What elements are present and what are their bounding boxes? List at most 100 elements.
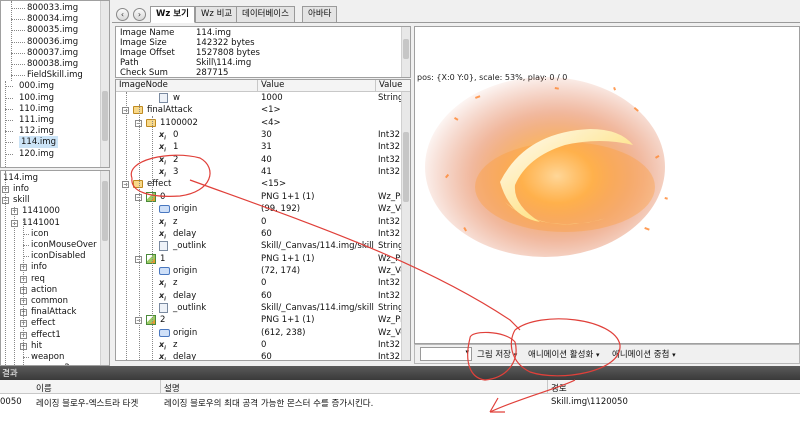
- grid-cell-type: String: [378, 93, 402, 103]
- info-scrollbar[interactable]: [401, 27, 410, 77]
- save-image-button[interactable]: 그림 저장 ▾: [477, 348, 517, 360]
- grid-row[interactable]: xidelay60Int32: [116, 351, 400, 360]
- grid-cell-value: (612, 238): [261, 327, 306, 338]
- node-tree-item[interactable]: + info: [1, 261, 109, 273]
- file-list-item[interactable]: 800036.img: [1, 36, 109, 48]
- node-tree-item[interactable]: + action: [1, 284, 109, 296]
- result-name: 레이징 블로우-엑스트라 타겟: [36, 399, 139, 409]
- grid-row[interactable]: −2 PNG 1+1 (1) Wz_Pr: [116, 314, 402, 326]
- info-scroll-thumb[interactable]: [403, 39, 409, 59]
- node-tree-item[interactable]: icon: [1, 228, 109, 240]
- grid-row[interactable]: _outlink Skill/_Canvas/114.img/skill Strin…: [116, 302, 402, 314]
- file-list-item[interactable]: FieldSkill.img: [1, 69, 109, 81]
- file-list-item[interactable]: 112.img: [1, 125, 109, 137]
- node-tree-item-label: effect: [31, 318, 56, 329]
- results-header-name[interactable]: 이름: [36, 382, 52, 394]
- preview-panel[interactable]: pos: {X:0 Y:0}, scale: 53%, play: 0 / 0: [414, 26, 800, 344]
- grid-row[interactable]: xidelay60Int32: [116, 228, 400, 241]
- node-tree-item-label: skill: [13, 195, 30, 206]
- grid-row[interactable]: xi z 0 Int32: [116, 216, 401, 229]
- grid-row[interactable]: xi 2 40 Int32: [116, 154, 400, 167]
- grid-cell-name: w: [173, 93, 180, 103]
- grid-row[interactable]: xi 1 31 Int32: [116, 141, 400, 154]
- node-tree-item-label: info: [13, 184, 29, 194]
- grid-row[interactable]: origin (72, 174) Wz_Ve: [116, 265, 402, 277]
- results-row[interactable]: 0050 레이징 블로우-엑스트라 타겟 레이징 블로우의 최대 공격 가능한 …: [0, 395, 800, 409]
- file-list-item[interactable]: 120.img: [1, 148, 109, 160]
- grid-cell-type: Int32: [378, 167, 401, 178]
- folder-icon: [133, 180, 143, 189]
- grid-scrollbar[interactable]: [401, 92, 410, 360]
- node-tree-item-label: hit: [31, 340, 43, 351]
- tab-3[interactable]: 아바타: [302, 6, 338, 23]
- node-tree-item[interactable]: iconMouseOver: [1, 239, 109, 251]
- node-tree-scrollbar[interactable]: [100, 171, 109, 365]
- file-list-item[interactable]: 114.img: [1, 136, 109, 149]
- grid-row[interactable]: −1100002 <4>: [116, 117, 400, 129]
- grid-row[interactable]: w 1000 String: [116, 92, 402, 104]
- tab-1[interactable]: Wz 비교: [195, 6, 239, 23]
- file-list-item[interactable]: 800038.img: [1, 58, 109, 70]
- node-tree-item[interactable]: + effect1: [1, 329, 109, 341]
- file-list-scrollbar[interactable]: [100, 1, 109, 167]
- grid-row[interactable]: xi 3 41 Int32: [116, 166, 401, 179]
- info-row: Check Sum 287715: [116, 68, 410, 77]
- tab-0[interactable]: Wz 보기: [150, 6, 195, 23]
- node-tree-item[interactable]: weapon: [1, 351, 109, 363]
- file-list-item[interactable]: 800034.img: [1, 13, 109, 25]
- node-tree-item[interactable]: +1141000: [1, 205, 109, 217]
- file-list-item[interactable]: 800035.img: [1, 24, 109, 36]
- file-list-item[interactable]: 110.img: [1, 103, 109, 115]
- grid-row[interactable]: xi 0 30 Int32: [116, 129, 400, 142]
- grid-row[interactable]: −0 PNG 1+1 (1) Wz_Pr: [116, 191, 402, 203]
- tree-connector: [126, 92, 127, 360]
- file-list-item[interactable]: 800033.img: [1, 2, 109, 14]
- grid-row[interactable]: origin (612, 238) Wz_Ve: [116, 327, 402, 339]
- node-tree-item-label: finalAttack: [31, 307, 77, 318]
- zoom-select[interactable]: ▾: [420, 347, 472, 361]
- grid-header-imagenode[interactable]: ImageNode: [116, 80, 258, 92]
- node-tree-item[interactable]: iconDisabled: [1, 250, 109, 262]
- file-list-item[interactable]: 000.img: [1, 80, 109, 92]
- node-tree-item[interactable]: + finalAttack: [1, 306, 109, 318]
- grid-cell-type: Int32: [378, 216, 401, 227]
- file-list-item[interactable]: 800037.img: [1, 47, 109, 59]
- grid-cell-type: Wz_Pr: [378, 191, 402, 202]
- tab-2[interactable]: 데이터베이스: [236, 6, 295, 23]
- grid-scroll-thumb[interactable]: [403, 132, 409, 202]
- animation-activate-button[interactable]: 애니메이션 활성화 ▾: [528, 348, 599, 360]
- node-tree-item[interactable]: + effect: [1, 317, 109, 329]
- file-list-item[interactable]: 111.img: [1, 114, 109, 126]
- file-list-scroll-thumb[interactable]: [102, 91, 108, 141]
- grid-header-type[interactable]: Value: [376, 80, 410, 92]
- node-tree-item[interactable]: + hit: [1, 340, 109, 352]
- info-label: Image Offset: [120, 48, 175, 58]
- node-tree-scroll-thumb[interactable]: [102, 181, 108, 241]
- grid-row[interactable]: − effect <15>: [116, 178, 400, 190]
- animation-overlay-button[interactable]: 애니메이션 중첩 ▾: [612, 348, 676, 360]
- node-tree-item[interactable]: −1141001: [1, 217, 109, 229]
- grid-cell-value: Skill/_Canvas/114.img/skill: [261, 302, 374, 313]
- grid-row[interactable]: − finalAttack <1>: [116, 104, 400, 116]
- file-list-item[interactable]: 100.img: [1, 92, 109, 104]
- node-tree-item[interactable]: + info: [1, 183, 109, 195]
- node-tree-item[interactable]: + req: [1, 273, 109, 285]
- back-button[interactable]: ‹: [116, 8, 129, 21]
- grid-cell-name: effect: [147, 179, 172, 190]
- tree-connector: [5, 81, 6, 167]
- tree-connector: [11, 52, 25, 54]
- node-tree-item-label: effect1: [31, 329, 61, 340]
- grid-row[interactable]: origin (99, 192) Wz_Ve: [116, 203, 402, 215]
- grid-row[interactable]: xi z 0 Int32: [116, 339, 400, 352]
- grid-row[interactable]: _outlink Skill/_Canvas/114.img/skill Strin…: [116, 240, 402, 252]
- results-header-path[interactable]: 경로: [551, 382, 567, 394]
- grid-header-value[interactable]: Value: [258, 80, 376, 92]
- node-tree-item[interactable]: − skill: [1, 194, 109, 206]
- grid-row[interactable]: −1 PNG 1+1 (1) Wz_Pr: [116, 253, 402, 265]
- results-header-desc[interactable]: 설명: [164, 382, 180, 394]
- grid-row[interactable]: xidelay60Int32: [116, 290, 400, 303]
- node-tree-item[interactable]: + common: [1, 295, 109, 307]
- forward-button[interactable]: ›: [133, 8, 146, 21]
- grid-cell-value: 0: [261, 340, 267, 350]
- grid-row[interactable]: xi z 0 Int32: [116, 277, 400, 290]
